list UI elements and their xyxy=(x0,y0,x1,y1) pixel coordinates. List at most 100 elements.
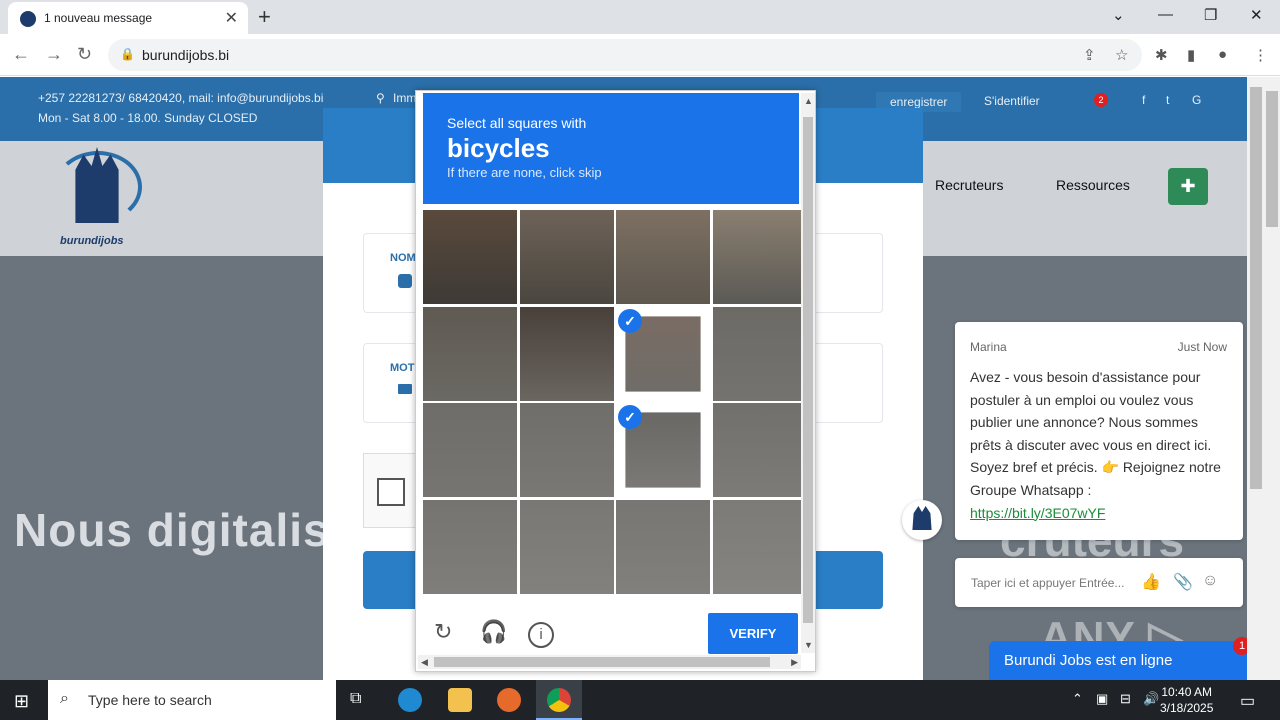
edge-icon[interactable] xyxy=(398,688,422,712)
firefox-icon[interactable] xyxy=(497,688,521,712)
tab-search-icon[interactable]: ⌄ xyxy=(1112,6,1125,24)
facebook-icon[interactable]: f xyxy=(1142,93,1145,107)
profile-icon[interactable]: ● xyxy=(1218,46,1227,63)
notification-badge: 2 xyxy=(1094,93,1108,107)
page-scroll-thumb-secondary[interactable] xyxy=(1266,91,1278,227)
address-toolbar: ← → ↻ 🔒 burundijobs.bi ⇪ ☆ ✱ ▮ ● ⋮ xyxy=(0,34,1280,76)
thumbs-up-icon[interactable]: 👍 xyxy=(1141,572,1161,592)
windows-taskbar: ⊞ ⌕ Type here to search ⧉ ⌃ ▣ ⊟ 🔊 10:40 … xyxy=(0,680,1280,720)
scroll-down-icon[interactable]: ▼ xyxy=(804,640,813,650)
file-explorer-icon[interactable] xyxy=(448,688,472,712)
twitter-icon[interactable]: t xyxy=(1166,93,1169,107)
restore-button[interactable]: ❐ xyxy=(1204,6,1217,24)
attachment-icon[interactable]: 📎 xyxy=(1173,572,1193,592)
nav-ressources[interactable]: Ressources xyxy=(1056,177,1130,193)
captcha-checkbox[interactable] xyxy=(377,478,405,506)
menu-kebab-icon[interactable]: ⋮ xyxy=(1253,46,1268,64)
chrome-taskbar-button[interactable] xyxy=(536,680,582,720)
chat-agent-name: Marina xyxy=(970,340,1007,354)
captcha-tile-15[interactable] xyxy=(616,499,710,594)
taskbar-search[interactable]: ⌕ Type here to search xyxy=(48,680,336,720)
captcha-challenge: Select all squares with bicycles If ther… xyxy=(415,90,816,672)
password-label: MOT xyxy=(390,362,415,374)
challenge-prompt: Select all squares with xyxy=(447,115,587,131)
captcha-tile-8[interactable] xyxy=(712,306,807,401)
captcha-tile-2[interactable] xyxy=(519,210,614,304)
captcha-tile-1[interactable] xyxy=(423,210,517,304)
share-icon[interactable]: ⇪ xyxy=(1083,46,1096,64)
system-clock[interactable]: 10:40 AM 3/18/2025 xyxy=(1160,684,1213,716)
side-panel-icon[interactable]: ▮ xyxy=(1187,46,1195,64)
captcha-tile-12[interactable] xyxy=(712,403,807,497)
captcha-tile-10[interactable] xyxy=(519,403,614,497)
chat-input-box[interactable]: Taper ici et appuyer Entrée... 👍 📎 ☺ xyxy=(955,558,1243,607)
verify-button[interactable]: VERIFY xyxy=(708,613,798,654)
captcha-widget xyxy=(363,453,423,528)
captcha-tile-image xyxy=(423,403,517,497)
captcha-tile-13[interactable] xyxy=(423,499,517,594)
captcha-tile-9[interactable] xyxy=(423,403,517,497)
challenge-vertical-scrollbar[interactable]: ▲ ▼ xyxy=(801,93,815,653)
challenge-horizontal-scrollbar[interactable]: ◀ ▶ xyxy=(418,655,801,669)
captcha-tile-4[interactable] xyxy=(712,210,807,304)
chat-agent-avatar xyxy=(902,500,942,540)
bookmark-star-icon[interactable]: ☆ xyxy=(1115,46,1128,64)
captcha-tile-3[interactable] xyxy=(616,210,710,304)
tab-strip: 1 nouveau message ✕ + ⌄ — ❐ ✕ xyxy=(0,0,1280,34)
user-icon xyxy=(398,274,412,288)
captcha-tile-image xyxy=(712,499,807,594)
captcha-tile-image xyxy=(423,210,517,304)
captcha-tile-image xyxy=(423,306,517,401)
captcha-tile-7[interactable]: ✓ xyxy=(616,307,710,401)
scroll-up-icon[interactable]: ▲ xyxy=(804,96,813,106)
site-favicon-icon xyxy=(20,11,36,27)
captcha-tile-11[interactable]: ✓ xyxy=(616,403,710,497)
omnibox[interactable]: 🔒 burundijobs.bi xyxy=(108,39,1142,71)
whatsapp-link[interactable]: https://bit.ly/3E07wYF xyxy=(970,505,1105,521)
scroll-right-icon[interactable]: ▶ xyxy=(791,657,798,668)
tab-close-icon[interactable]: ✕ xyxy=(225,8,238,28)
task-view-icon[interactable]: ⧉ xyxy=(350,690,361,708)
hero-heading: Nous digitalis xyxy=(14,504,330,556)
captcha-tile-16[interactable] xyxy=(712,499,807,594)
minimize-button[interactable]: — xyxy=(1158,6,1173,23)
close-window-button[interactable]: ✕ xyxy=(1250,6,1263,24)
nav-recruteurs[interactable]: Recruteurs xyxy=(935,177,1003,193)
google-icon[interactable]: G xyxy=(1192,93,1201,107)
back-icon[interactable]: ← xyxy=(12,44,30,65)
horizontal-scroll-thumb[interactable] xyxy=(434,657,770,667)
scroll-left-icon[interactable]: ◀ xyxy=(421,657,428,668)
info-icon[interactable]: i xyxy=(528,622,554,648)
captcha-tile-5[interactable] xyxy=(423,306,517,401)
headphones-icon[interactable]: 🎧 xyxy=(480,619,507,645)
address-text: Imm xyxy=(393,91,417,105)
captcha-tile-14[interactable] xyxy=(519,499,614,594)
network-icon[interactable]: ⊟ xyxy=(1120,691,1131,707)
login-link[interactable]: S'identifier xyxy=(984,94,1040,108)
site-logo[interactable]: burundijobs xyxy=(48,147,148,247)
notification-center-icon[interactable]: ▭ xyxy=(1240,691,1255,711)
emoji-icon[interactable]: ☺ xyxy=(1202,572,1218,590)
captcha-tile-6[interactable] xyxy=(519,306,614,401)
vertical-scroll-thumb[interactable] xyxy=(803,117,813,623)
windows-start-icon[interactable]: ⊞ xyxy=(14,691,29,712)
device-icon[interactable]: ▣ xyxy=(1096,691,1108,707)
chat-status-bar[interactable]: Burundi Jobs est en ligne xyxy=(989,641,1247,680)
avatar-logo-icon xyxy=(912,506,932,530)
page-scroll-thumb[interactable] xyxy=(1250,87,1262,489)
username-label: NOM xyxy=(390,252,416,264)
clock-date: 3/18/2025 xyxy=(1160,701,1214,715)
tray-chevron-icon[interactable]: ⌃ xyxy=(1072,691,1083,707)
reload-icon[interactable]: ↻ xyxy=(77,44,92,65)
page-scrollbar[interactable] xyxy=(1247,77,1280,680)
volume-icon[interactable]: 🔊 xyxy=(1143,691,1159,707)
browser-tab[interactable]: 1 nouveau message ✕ xyxy=(8,2,248,34)
captcha-tile-image xyxy=(519,306,614,401)
new-tab-button[interactable]: + xyxy=(258,4,271,30)
challenge-image-grid: ✓ ✓ xyxy=(423,210,807,596)
refresh-icon[interactable]: ↻ xyxy=(434,619,452,645)
add-button[interactable]: ✚ xyxy=(1168,168,1208,205)
forward-icon[interactable]: → xyxy=(45,44,63,65)
extensions-icon[interactable]: ✱ xyxy=(1155,46,1168,64)
captcha-tile-image xyxy=(423,499,517,594)
